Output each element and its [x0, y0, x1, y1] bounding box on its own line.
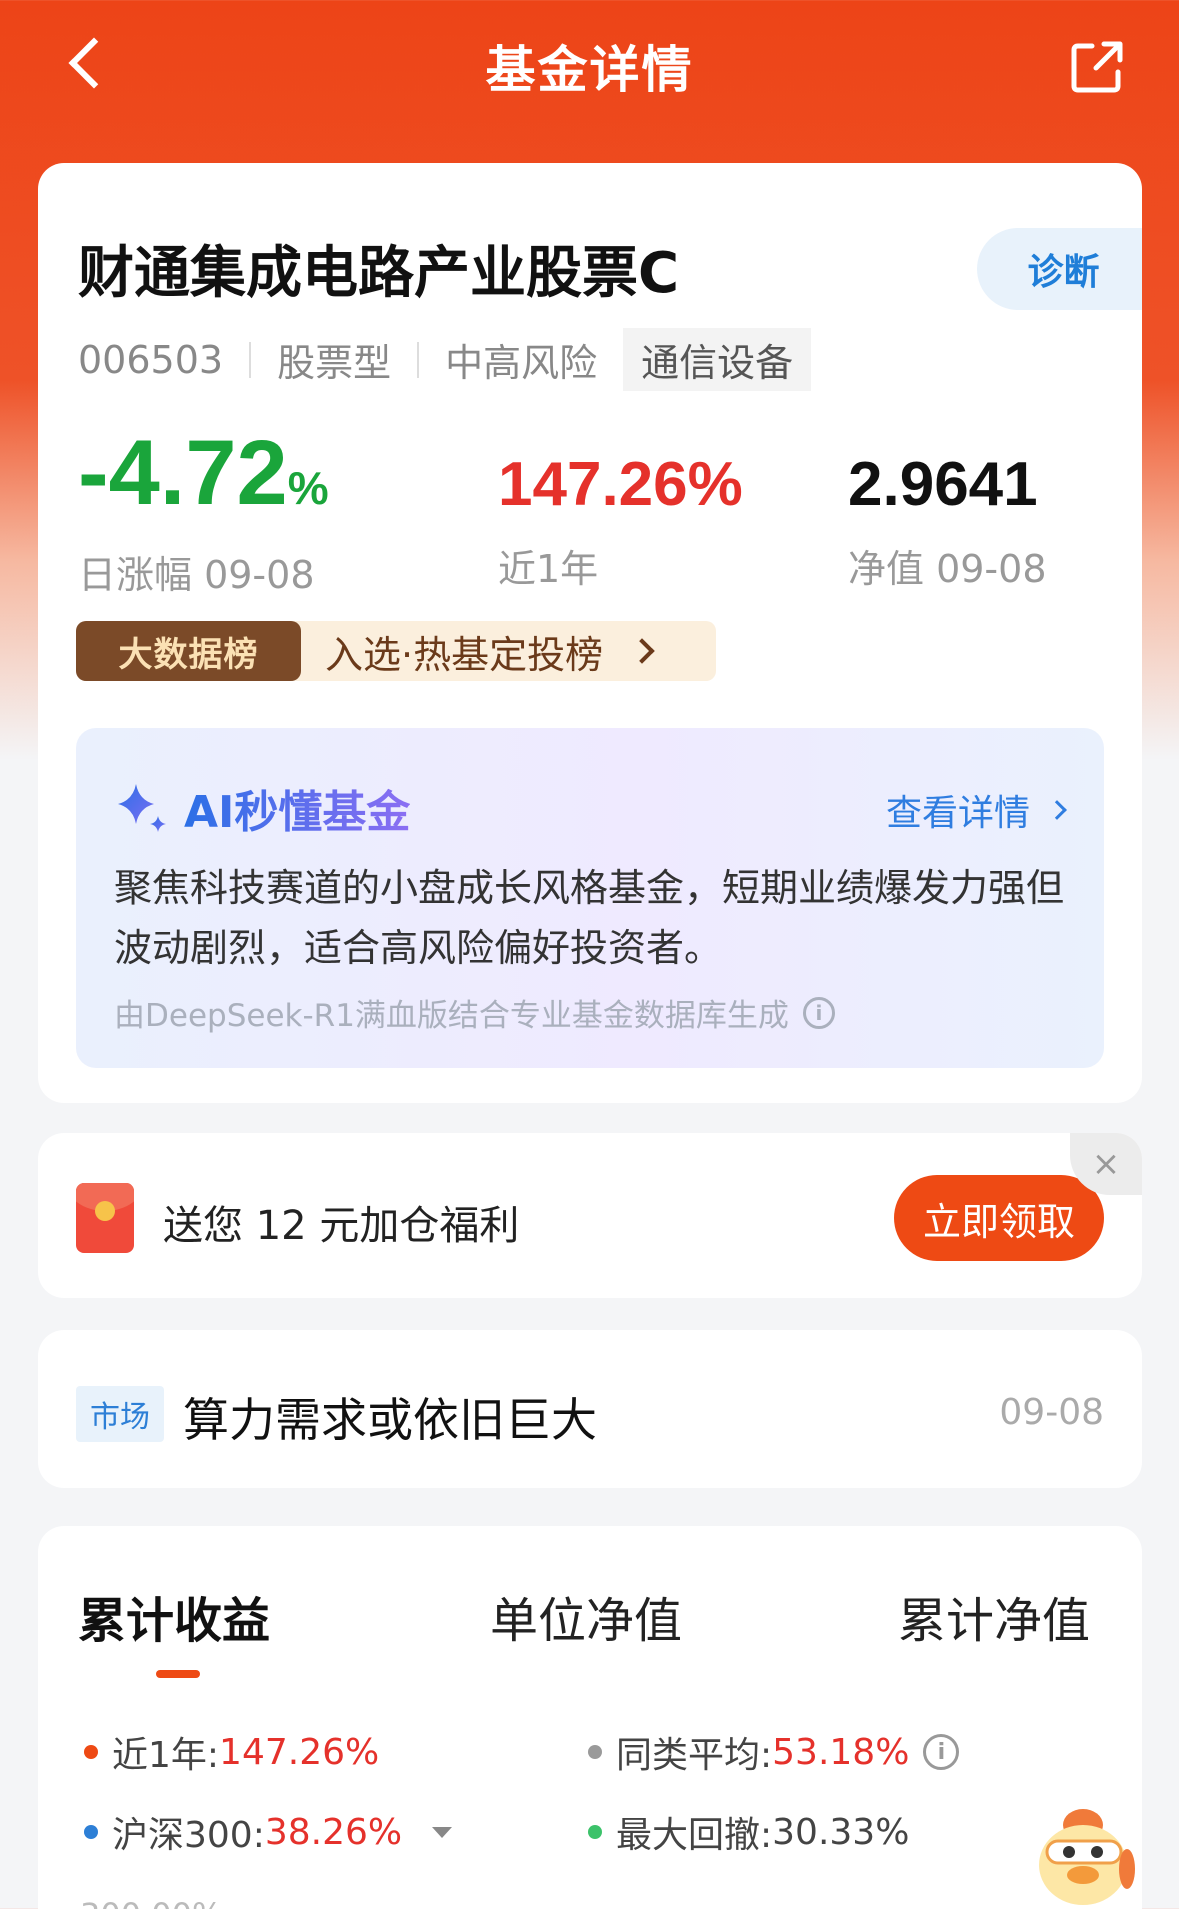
claim-now-button[interactable]: 立即领取 — [894, 1175, 1104, 1261]
legend-label: 同类平均: — [616, 1735, 773, 1776]
legend-label: 近1年: — [112, 1735, 220, 1776]
legend-dot — [84, 1825, 98, 1839]
legend-label: 最大回撤: — [616, 1815, 773, 1856]
divider — [249, 341, 252, 378]
news-category-tag: 市场 — [76, 1386, 164, 1442]
view-details-label: 查看详情 — [885, 793, 1030, 834]
info-icon[interactable]: i — [802, 996, 835, 1029]
red-envelope-icon — [76, 1183, 134, 1253]
promo-text: 送您 12 元加仓福利 — [163, 1203, 520, 1249]
share-icon[interactable] — [1068, 38, 1126, 96]
fund-meta-row: 006503 股票型 中高风险 通信设备 — [78, 328, 812, 391]
news-card[interactable]: 市场 算力需求或依旧巨大 09-08 — [38, 1330, 1142, 1488]
one-year-return-value: 147.26% — [498, 450, 743, 519]
ai-summary-panel: AI秒懂基金 查看详情 聚焦科技赛道的小盘成长风格基金，短期业绩爆发力强但波动剧… — [76, 728, 1104, 1068]
daily-change-value: -4.72 — [78, 422, 288, 524]
legend-dot — [84, 1745, 98, 1759]
sparkle-icon — [118, 784, 166, 832]
ai-source-note: 由DeepSeek-R1满血版结合专业基金数据库生成 i — [114, 990, 835, 1035]
fund-name: 财通集成电路产业股票C — [78, 241, 680, 306]
fund-risk-level: 中高风险 — [445, 341, 598, 385]
one-year-return-label: 近1年 — [498, 547, 599, 591]
legend-value: 38.26% — [264, 1811, 403, 1853]
nav-value: 2.9641 — [848, 450, 1038, 519]
dropdown-caret-icon[interactable] — [432, 1826, 453, 1838]
chart-axis-label: 300.00% — [80, 1896, 222, 1909]
mascot-duck-icon[interactable] — [1025, 1795, 1145, 1909]
diagnose-button[interactable]: 诊断 — [977, 228, 1142, 310]
legend-one-year: 近1年: 147.26% — [84, 1726, 379, 1778]
chevron-right-icon — [1047, 800, 1067, 820]
active-tab-indicator — [156, 1670, 200, 1678]
ai-summary-text: 聚焦科技赛道的小盘成长风格基金，短期业绩爆发力强但波动剧烈，适合高风险偏好投资者… — [114, 866, 1065, 970]
legend-csi300[interactable]: 沪深300: 38.26% — [84, 1806, 453, 1858]
nav-stat: 2.9641 净值 09-08 — [848, 446, 1047, 593]
legend-value: 53.18% — [772, 1731, 910, 1773]
tab-unit-nav[interactable]: 单位净值 — [490, 1581, 682, 1651]
daily-change-stat: -4.72% 日涨幅 09-08 — [78, 423, 329, 599]
tab-cumulative-return[interactable]: 累计收益 — [78, 1581, 270, 1651]
news-headline: 算力需求或依旧巨大 — [183, 1393, 597, 1447]
fund-type: 股票型 — [277, 341, 392, 385]
big-data-rank-badge: 大数据榜 — [76, 621, 301, 681]
rank-text: 入选·热基定投榜 — [325, 632, 604, 677]
legend-value: 147.26% — [219, 1731, 380, 1773]
legend-category-average: 同类平均: 53.18% i — [588, 1726, 960, 1778]
legend-label: 沪深300: — [112, 1815, 265, 1856]
ai-title: AI秒懂基金 — [184, 776, 410, 840]
ai-source-text: 由DeepSeek-R1满血版结合专业基金数据库生成 — [114, 998, 789, 1034]
fund-summary-card: 财通集成电路产业股票C 诊断 006503 股票型 中高风险 通信设备 -4.7… — [38, 163, 1142, 1103]
divider — [417, 341, 420, 378]
tab-cumulative-nav[interactable]: 累计净值 — [898, 1581, 1090, 1651]
info-icon[interactable]: i — [923, 1734, 960, 1770]
fund-code: 006503 — [78, 337, 224, 382]
promo-card: 送您 12 元加仓福利 立即领取 × — [38, 1133, 1142, 1298]
one-year-return-stat: 147.26% 近1年 — [498, 446, 743, 593]
top-nav-bar: 基金详情 — [0, 0, 1179, 135]
ranking-banner[interactable]: 大数据榜 入选·热基定投榜 — [76, 621, 716, 681]
daily-change-label: 日涨幅 09-08 — [78, 553, 315, 597]
performance-tabs: 累计收益 单位净值 累计净值 — [38, 1581, 1142, 1678]
performance-card: 累计收益 单位净值 累计净值 近1年: 147.26% 同类平均: 53.18%… — [38, 1526, 1142, 1909]
chevron-right-icon — [629, 638, 655, 664]
daily-change-unit: % — [287, 462, 329, 514]
legend-dot — [588, 1825, 602, 1839]
nav-label: 净值 09-08 — [848, 547, 1047, 591]
legend-value: 30.33% — [772, 1811, 910, 1853]
news-date: 09-08 — [999, 1392, 1104, 1433]
page-title: 基金详情 — [485, 41, 694, 99]
legend-max-drawdown: 最大回撤: 30.33% — [588, 1806, 909, 1858]
view-details-link[interactable]: 查看详情 — [885, 784, 1067, 836]
legend-dot — [588, 1745, 602, 1759]
fund-sector-tag[interactable]: 通信设备 — [623, 328, 812, 391]
